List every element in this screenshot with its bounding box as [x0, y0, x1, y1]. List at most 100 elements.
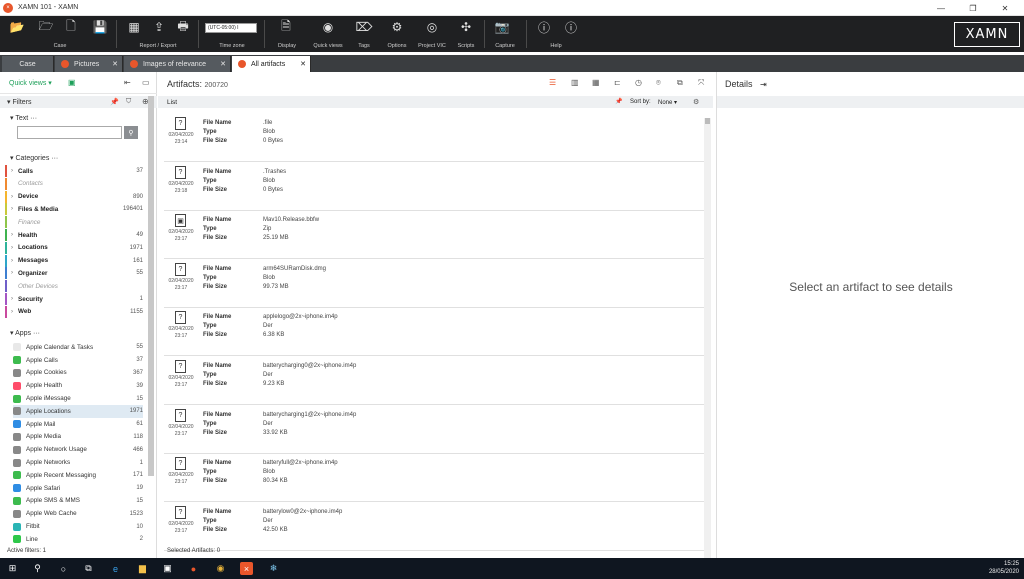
chevron-right-icon[interactable]: › [11, 245, 18, 251]
category-item[interactable]: Other Devices [5, 280, 143, 293]
layout-icon[interactable]: ▭ [142, 78, 150, 87]
expand-details-icon[interactable]: ⇥ [760, 80, 767, 89]
artifact-row[interactable]: ? 02/04/2020 23:17 File Name Type File Size ba… [164, 454, 704, 503]
hierarchy-view-icon[interactable]: ⊏ [614, 78, 621, 87]
text-filter-input[interactable] [17, 126, 122, 139]
chrome-icon[interactable]: ◉ [214, 562, 227, 575]
category-item[interactable]: Contacts [5, 177, 143, 190]
chevron-right-icon[interactable]: › [11, 296, 18, 302]
artifact-list-scrollbar[interactable] [704, 118, 711, 558]
app-taskbar-icon[interactable]: ❄ [267, 562, 280, 575]
app-item[interactable]: Apple Safari 19 [13, 482, 143, 495]
category-item[interactable]: › Locations 1971 [5, 241, 143, 254]
quick-views-dropdown[interactable]: Quick views ▾ [9, 79, 52, 87]
map-view-icon[interactable]: ⌾ [656, 78, 661, 88]
filter-icon[interactable]: ⛉ [126, 98, 131, 106]
chevron-right-icon[interactable]: › [11, 258, 18, 264]
app-item[interactable]: Apple Recent Messaging 171 [13, 469, 143, 482]
apps-section-header[interactable]: ▾ Apps ··· [10, 329, 40, 337]
close-tab-icon[interactable]: ✕ [220, 60, 226, 68]
chevron-right-icon[interactable]: › [11, 168, 18, 174]
sort-by-dropdown[interactable]: None ▾ [658, 99, 677, 106]
categories-section-header[interactable]: ▾ Categories ··· [10, 154, 58, 162]
category-item[interactable]: › Security 1 [5, 293, 143, 305]
chevron-right-icon[interactable]: › [11, 206, 18, 212]
tab-pictures[interactable]: Pictures ✕ [55, 56, 123, 72]
category-item[interactable]: › Web 1155 [5, 305, 143, 318]
artifact-field-values: batterylow0@2x~iphone.im4p Der 42.50 KB [263, 508, 342, 535]
store-icon[interactable]: ▣ [161, 562, 174, 575]
collapse-left-icon[interactable]: ⇤ [124, 78, 131, 87]
pin-icon[interactable]: 📌 [110, 98, 119, 106]
artifact-row[interactable]: ? 02/04/2020 23:17 File Name Type File Size ba… [164, 357, 704, 405]
close-tab-icon[interactable]: ✕ [300, 60, 306, 68]
save-view-icon[interactable]: ▣ [68, 78, 76, 87]
chevron-right-icon[interactable]: › [11, 194, 18, 200]
list-settings-icon[interactable]: ⚙ [693, 98, 699, 106]
powerpoint-icon[interactable]: ● [187, 562, 200, 575]
connections-view-icon[interactable]: ⤧ [698, 78, 704, 88]
tab-images-of-relevance[interactable]: Images of relevance ✕ [124, 56, 231, 72]
windows-start-icon[interactable]: ⊞ [6, 562, 19, 575]
left-scrollbar[interactable] [148, 96, 154, 476]
cortana-icon[interactable]: ○ [57, 562, 70, 575]
timezone-select[interactable]: (UTC-05:00) I [205, 23, 257, 33]
app-item[interactable]: Apple Media 118 [13, 431, 143, 444]
category-item[interactable]: › Calls 37 [5, 165, 143, 177]
artifact-row[interactable]: ? 02/04/2020 23:17 File Name Type File Size ap… [164, 308, 704, 357]
save-button[interactable]: 💾 [92, 19, 108, 49]
artifact-row[interactable]: ? 02/04/2020 23:17 File Name Type File Size ba… [164, 406, 704, 454]
scroll-thumb[interactable] [705, 118, 710, 124]
app-item[interactable]: Apple Mail 61 [13, 418, 143, 431]
task-view-icon[interactable]: ⧉ [82, 562, 95, 575]
category-item[interactable]: › Organizer 55 [5, 267, 143, 280]
grid-view-icon[interactable]: ▦ [592, 78, 600, 87]
artifact-row[interactable]: ? 02/04/2020 23:18 File Name Type File Size .T… [164, 163, 704, 211]
category-item[interactable]: › Health 49 [5, 229, 143, 241]
app-item[interactable]: Apple Locations 1971 [13, 405, 143, 418]
chevron-right-icon[interactable]: › [11, 270, 18, 276]
maximize-button[interactable]: ❐ [958, 0, 988, 16]
category-item[interactable]: Finance [5, 216, 143, 229]
artifact-row[interactable]: ? 02/04/2020 23:17 File Name Type File Size ar… [164, 260, 704, 308]
chevron-right-icon[interactable]: › [11, 309, 18, 315]
timeline-view-icon[interactable]: ◷ [635, 78, 642, 87]
close-tab-icon[interactable]: ✕ [112, 60, 118, 68]
app-item[interactable]: Apple Calls 37 [13, 354, 143, 367]
chevron-right-icon[interactable]: › [11, 232, 18, 238]
app-icon [13, 484, 21, 493]
artifact-row[interactable]: ? 02/04/2020 23:17 File Name Type File Size ba… [164, 503, 704, 551]
app-item[interactable]: Fitbit 10 [13, 520, 143, 533]
app-item[interactable]: Apple Health 39 [13, 379, 143, 392]
app-item[interactable]: Apple Web Cache 1523 [13, 507, 143, 520]
search-icon[interactable]: ⚲ [31, 562, 44, 575]
artifact-field-labels: File Name Type File Size [203, 411, 231, 438]
app-item[interactable]: Apple Networks 1 [13, 456, 143, 469]
artifact-row[interactable]: ? 02/04/2020 23:14 File Name Type File Size .f… [164, 114, 704, 162]
app-item[interactable]: Apple SMS & MMS 15 [13, 495, 143, 508]
app-item[interactable]: Apple Network Usage 466 [13, 443, 143, 456]
open-case-button[interactable]: 📂 [9, 19, 25, 49]
app-item[interactable]: Apple Cookies 367 [13, 367, 143, 380]
list-view-icon[interactable]: ☰ [549, 78, 556, 87]
minimize-button[interactable]: — [926, 0, 956, 16]
text-search-button[interactable]: ⚲ [124, 126, 138, 139]
close-window-button[interactable]: ✕ [990, 0, 1020, 16]
category-item[interactable]: › Messages 161 [5, 254, 143, 267]
file-explorer-icon[interactable]: ▆ [136, 562, 149, 575]
tab-case[interactable]: Case [2, 56, 54, 72]
tab-all-artifacts[interactable]: All artifacts ✕ [232, 56, 311, 72]
app-item[interactable]: Line 2 [13, 533, 143, 546]
app-item[interactable]: Apple iMessage 15 [13, 392, 143, 405]
column-view-icon[interactable]: ▥ [571, 78, 579, 87]
artifact-row[interactable]: ▣ 02/04/2020 23:17 File Name Type File Size Ma… [164, 211, 704, 260]
app-item[interactable]: Apple Calendar & Tasks 55 [13, 341, 143, 354]
category-item[interactable]: › Device 890 [5, 190, 143, 203]
xamn-taskbar-icon[interactable]: × [240, 562, 253, 575]
edge-icon[interactable]: e [109, 562, 122, 575]
app-count: 171 [132, 472, 143, 479]
chat-view-icon[interactable]: ⧉ [677, 78, 683, 88]
category-item[interactable]: › Files & Media 196401 [5, 203, 143, 216]
pin-icon[interactable]: 📌 [615, 98, 622, 105]
text-section-header[interactable]: ▾ Text ··· [10, 114, 37, 122]
